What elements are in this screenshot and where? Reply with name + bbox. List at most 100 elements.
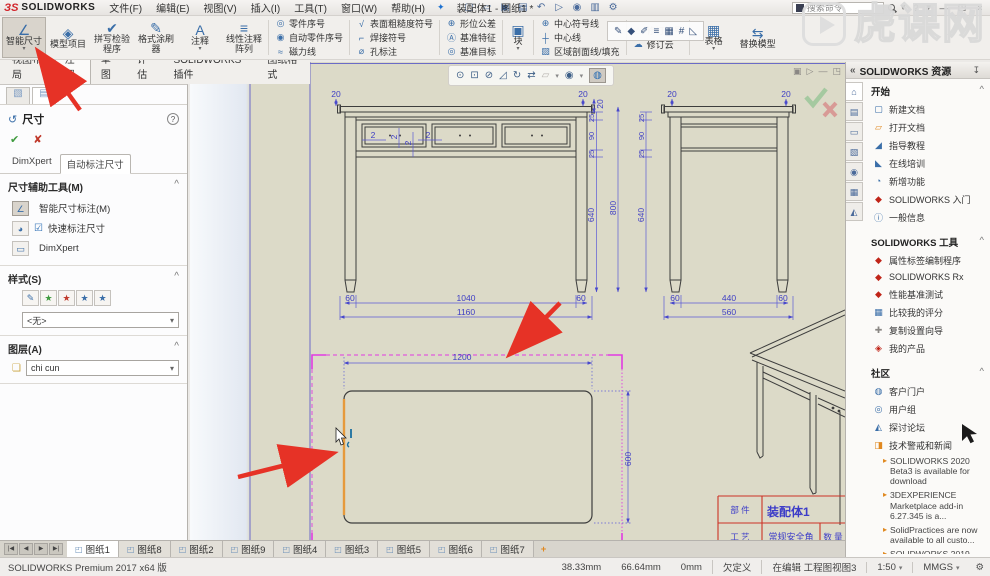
format-toolbar-icon[interactable]: ≡ bbox=[653, 26, 659, 37]
quick-access-button[interactable]: ⚙ bbox=[605, 2, 622, 13]
quick-access-button[interactable]: ▣ bbox=[497, 2, 514, 13]
block-button[interactable]: ▣ 块 ▾ bbox=[505, 17, 531, 58]
style-button[interactable]: ✎ bbox=[22, 290, 39, 306]
section-header[interactable]: 社区 bbox=[867, 364, 988, 382]
section-header[interactable]: 图层(A) bbox=[8, 341, 179, 356]
status-scale[interactable]: 1:50▾ bbox=[866, 562, 912, 573]
sheet-nav-button[interactable]: ▶| bbox=[49, 543, 63, 555]
section-header[interactable]: 样式(S) bbox=[8, 271, 179, 286]
doc-window-icon[interactable]: ◳ bbox=[832, 66, 841, 77]
dimension-assist-item[interactable]: ▭ DimXpert bbox=[8, 238, 179, 258]
style-button[interactable]: ★ bbox=[40, 290, 57, 306]
sheet-tab[interactable]: ◰ 图纸9 bbox=[223, 541, 275, 557]
resource-link[interactable]: ◎用户组 bbox=[867, 400, 988, 418]
menu-item[interactable]: 工具(T) bbox=[288, 0, 333, 15]
restore-button[interactable]: ◳ bbox=[955, 2, 969, 13]
ribbon-button[interactable]: ≈磁力线 bbox=[273, 45, 345, 58]
resource-link[interactable]: ▱打开文档 bbox=[867, 118, 988, 136]
ribbon-button[interactable]: ▨区域剖面线/填充 bbox=[538, 45, 622, 58]
menu-item[interactable]: 窗口(W) bbox=[335, 0, 383, 15]
menu-item[interactable]: 编辑(E) bbox=[150, 0, 195, 15]
heads-up-icon[interactable]: ⊙ bbox=[456, 70, 464, 81]
search-icon[interactable] bbox=[888, 4, 895, 11]
drawing-viewport[interactable]: 20 20 20 25 90 25 640 800 60 1040 60 116… bbox=[190, 62, 845, 540]
resource-link[interactable]: ◆属性标签编制程序 bbox=[867, 251, 988, 269]
task-pane-tab[interactable]: ▦ bbox=[846, 182, 863, 201]
sheet-tab[interactable]: ◰ 图纸8 bbox=[119, 541, 171, 557]
format-toolbar-icon[interactable]: # bbox=[679, 26, 685, 37]
doc-window-icon[interactable]: — bbox=[818, 66, 827, 77]
accept-icon[interactable]: ✔ bbox=[10, 133, 19, 146]
search-caret-icon[interactable]: ▾ bbox=[899, 2, 908, 13]
ribbon-button[interactable]: ◎基准目标 bbox=[444, 45, 498, 58]
task-pane-tab[interactable]: ⌂ bbox=[846, 82, 863, 101]
section-header[interactable]: 开始 bbox=[867, 82, 988, 100]
ribbon-button[interactable]: ⌀孔标注 bbox=[354, 45, 435, 58]
heads-up-icon[interactable]: ◍ bbox=[589, 68, 606, 83]
ribbon-button[interactable]: Ⓐ基准特征 bbox=[444, 31, 498, 44]
minimize-button[interactable]: — bbox=[937, 3, 951, 13]
ribbon-button[interactable]: ⌐焊接符号 bbox=[354, 31, 435, 44]
resource-link[interactable]: ◈我的产品 bbox=[867, 339, 988, 357]
quick-access-button[interactable]: ▥ bbox=[587, 2, 604, 13]
news-item[interactable]: ▸SOLIDWORKS 2020 Beta3 is available for … bbox=[883, 456, 986, 486]
task-pane-tab[interactable]: ◉ bbox=[846, 162, 863, 181]
menu-item[interactable]: 视图(V) bbox=[197, 0, 242, 15]
dimension-assist-item[interactable]: ◕ ☑ 快速标注尺寸 bbox=[8, 218, 179, 238]
dimension-assist-item[interactable]: ∠ 智能尺寸标注(M) bbox=[8, 198, 179, 218]
ribbon-tall-button[interactable]: ✔ 拼写检验程序 bbox=[90, 17, 134, 58]
resource-link[interactable]: ▦比较我的评分 bbox=[867, 303, 988, 321]
news-item[interactable]: ▸3DEXPERIENCE Marketplace add-in 6.27.34… bbox=[883, 490, 986, 520]
add-sheet-button[interactable]: + bbox=[534, 541, 554, 557]
format-toolbar-icon[interactable]: ▦ bbox=[664, 26, 673, 37]
heads-up-icon[interactable]: ▾ bbox=[555, 72, 559, 80]
status-units[interactable]: MMGS▾ bbox=[912, 562, 969, 573]
sheet-tab[interactable]: ◰ 图纸3 bbox=[326, 541, 378, 557]
format-toolbar-icon[interactable]: ◆ bbox=[627, 26, 635, 37]
doc-window-icon[interactable]: ▣ bbox=[793, 66, 802, 77]
sheet-tab[interactable]: ◰ 图纸1 bbox=[67, 541, 119, 557]
collapse-icon[interactable]: « bbox=[850, 65, 856, 76]
format-toolbar-icon[interactable]: ✎ bbox=[614, 26, 622, 37]
heads-up-icon[interactable]: ▱ bbox=[542, 70, 550, 81]
style-button[interactable]: ★ bbox=[94, 290, 111, 306]
checkbox[interactable]: ☑ bbox=[34, 223, 43, 234]
ribbon-button[interactable]: ◎零件序号 bbox=[273, 17, 345, 30]
quick-access-button[interactable]: ◉ bbox=[569, 2, 586, 13]
heads-up-icon[interactable]: ⊡ bbox=[470, 70, 478, 81]
sheet-nav-button[interactable]: |◀ bbox=[4, 543, 18, 555]
quick-access-button[interactable]: ↶ bbox=[533, 2, 550, 13]
sheet-tab[interactable]: ◰ 图纸4 bbox=[274, 541, 326, 557]
resource-link[interactable]: ◣在线培训 bbox=[867, 154, 988, 172]
sheet-tab[interactable]: ◰ 图纸7 bbox=[482, 541, 534, 557]
quick-access-button[interactable]: ▤ bbox=[515, 2, 532, 13]
quick-access-button[interactable]: ▱ bbox=[479, 2, 496, 13]
task-pane-tab[interactable]: ▭ bbox=[846, 122, 863, 141]
news-item[interactable]: ▸SOLIDWORKS 2019 SP3 is available for do… bbox=[883, 549, 986, 554]
panel-tab[interactable]: ▤ bbox=[32, 87, 56, 104]
layer-select[interactable]: chi cun bbox=[26, 360, 179, 376]
heads-up-icon[interactable]: ⇄ bbox=[527, 70, 535, 81]
dimension-mode-tab[interactable]: DimXpert bbox=[6, 154, 58, 173]
resource-link[interactable]: ◔新增功能 bbox=[867, 172, 988, 190]
task-pane-tab[interactable]: ▧ bbox=[846, 142, 863, 161]
sheet-tab[interactable]: ◰ 图纸2 bbox=[171, 541, 223, 557]
resource-link[interactable]: ◍客户门户 bbox=[867, 382, 988, 400]
heads-up-icon[interactable]: ⊘ bbox=[485, 70, 493, 81]
section-header[interactable]: 尺寸辅助工具(M) bbox=[8, 179, 179, 194]
ribbon-tall-button[interactable]: A 注释 ▾ bbox=[178, 17, 222, 58]
format-toolbar-icon[interactable]: ✐ bbox=[640, 26, 648, 37]
ribbon-tall-button[interactable]: ≡ 线性注释阵列 bbox=[222, 17, 266, 58]
search-input[interactable]: 搜索命令 bbox=[792, 2, 884, 14]
pin-menubar-icon[interactable]: ✦ bbox=[431, 2, 451, 13]
help-icon[interactable]: ? bbox=[911, 3, 920, 13]
gear-icon[interactable]: ⚙ bbox=[969, 562, 990, 573]
news-item[interactable]: ▸SolidPractices are now available to all… bbox=[883, 525, 986, 545]
resource-link[interactable]: ◆SOLIDWORKS Rx bbox=[867, 269, 988, 285]
style-button[interactable]: ★ bbox=[76, 290, 93, 306]
quick-access-button[interactable]: ▷ bbox=[551, 2, 568, 13]
dimension-mode-tab[interactable]: 自动标注尺寸 bbox=[60, 154, 131, 174]
ribbon-button[interactable]: √表面粗糙度符号 bbox=[354, 17, 435, 30]
ribbon-tall-button[interactable]: ✎ 格式涂刷器 bbox=[134, 17, 178, 58]
ribbon-tall-button[interactable]: ∠ 智能尺寸 ▾ bbox=[2, 17, 46, 58]
